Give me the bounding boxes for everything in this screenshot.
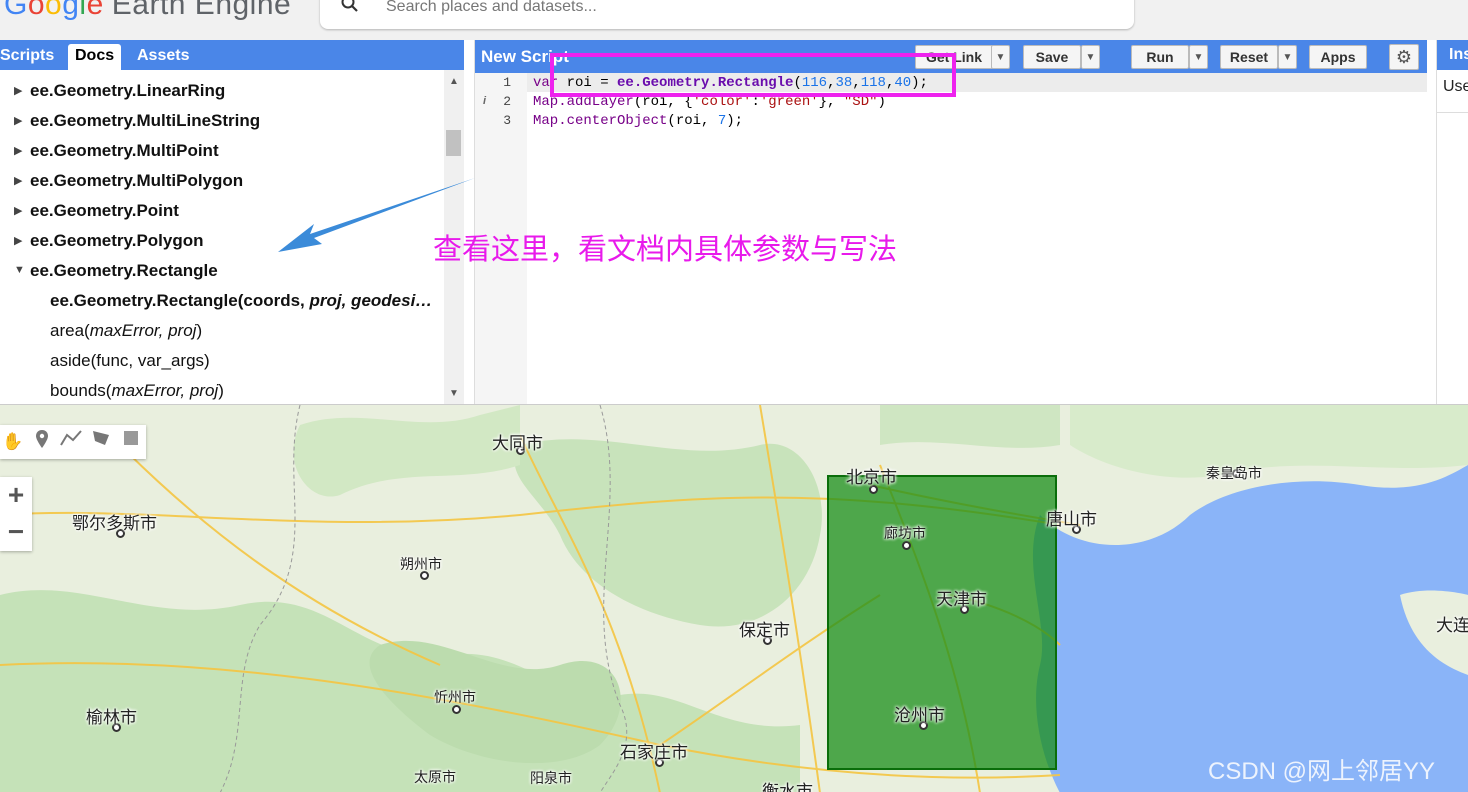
expand-arrow-icon[interactable]: ▶ (14, 84, 22, 97)
expand-arrow-icon[interactable]: ▶ (14, 144, 22, 157)
top-bar: Google Earth Engine Search places and dat… (0, 0, 1468, 40)
city-label: 衡水市 (762, 782, 813, 792)
line-number: 1 (503, 75, 511, 90)
polygon-tool-icon[interactable] (88, 429, 114, 455)
map-view[interactable]: 大同市 北京市 秦皇岛市 鄂尔多斯市 廊坊市 唐山市 朔州市 天津市 保定市 大… (0, 404, 1468, 792)
doc-method-bounds[interactable]: bounds(maxError, proj) (50, 381, 224, 401)
doc-method-aside[interactable]: aside(func, var_args) (50, 351, 210, 371)
app-logo: Google Earth Engine (4, 0, 292, 21)
city-label: 沧州市 (894, 706, 945, 725)
hand-icon[interactable]: ✋ (0, 429, 26, 455)
reset-button[interactable]: Reset (1220, 45, 1278, 69)
apps-button[interactable]: Apps (1309, 45, 1367, 69)
info-icon[interactable]: i (483, 95, 486, 107)
tab-docs[interactable]: Docs (68, 44, 122, 70)
save-button[interactable]: Save (1023, 45, 1081, 69)
doc-group-multipolygon[interactable]: ▶ ee.Geometry.MultiPolygon (14, 171, 243, 191)
run-button[interactable]: Run (1131, 45, 1189, 69)
scroll-down-icon[interactable]: ▼ (449, 388, 459, 399)
right-panel-text: Use (1443, 78, 1468, 95)
tab-inspector[interactable]: Ins (1437, 40, 1468, 70)
expand-arrow-icon[interactable]: ▶ (14, 174, 22, 187)
marker-icon[interactable] (29, 429, 55, 455)
city-label: 大同市 (492, 434, 543, 453)
line-number: 3 (503, 113, 511, 128)
left-tabs: Scripts Docs Assets (0, 40, 464, 70)
line-tool-icon[interactable] (58, 429, 84, 455)
rectangle-tool-icon[interactable] (118, 429, 144, 455)
annotation-text: 查看这里，看文档内具体参数与写法 (433, 234, 898, 266)
line-number: 2 (503, 94, 511, 109)
get-link-dropdown[interactable]: ▼ (991, 45, 1010, 69)
tab-scripts[interactable]: Scripts (0, 44, 61, 70)
doc-group-multipoint[interactable]: ▶ ee.Geometry.MultiPoint (14, 141, 219, 161)
search-box[interactable]: Search places and datasets... (320, 0, 1134, 29)
save-dropdown[interactable]: ▼ (1081, 45, 1100, 69)
scroll-thumb[interactable] (446, 130, 461, 156)
watermark-text: CSDN @网上邻居YY (1208, 758, 1436, 785)
zoom-in-button[interactable]: + (0, 477, 32, 513)
city-label: 鄂尔多斯市 (72, 514, 157, 533)
doc-group-linearring[interactable]: ▶ ee.Geometry.LinearRing (14, 81, 225, 101)
city-label: 大连 (1436, 616, 1468, 635)
run-dropdown[interactable]: ▼ (1189, 45, 1208, 69)
city-label: 忻州市 (434, 689, 476, 705)
search-icon[interactable] (340, 0, 360, 20)
right-panel: Ins Use (1436, 40, 1468, 404)
city-label: 保定市 (739, 621, 790, 640)
city-label: 秦皇岛市 (1206, 465, 1262, 481)
doc-group-rectangle[interactable]: ▼ ee.Geometry.Rectangle (14, 261, 218, 281)
doc-method-area[interactable]: area(maxError, proj) (50, 321, 202, 341)
code-line-3[interactable]: Map.centerObject(roi, 7); (533, 113, 743, 129)
expand-arrow-icon[interactable]: ▶ (14, 204, 22, 217)
scroll-up-icon[interactable]: ▲ (449, 76, 459, 87)
divider (1437, 112, 1468, 113)
city-label: 太原市 (414, 769, 456, 785)
city-label: 石家庄市 (620, 743, 688, 762)
city-label: 唐山市 (1046, 510, 1097, 529)
collapse-arrow-icon[interactable]: ▼ (14, 264, 25, 276)
city-label: 阳泉市 (530, 770, 572, 786)
zoom-control: + − (0, 477, 32, 551)
drawing-tools: ✋ (0, 425, 146, 459)
gear-icon[interactable]: ⚙ (1389, 44, 1419, 70)
city-label: 天津市 (936, 590, 987, 609)
search-input[interactable]: Search places and datasets... (386, 0, 597, 16)
city-label: 北京市 (846, 468, 897, 487)
doc-group-multilinestring[interactable]: ▶ ee.Geometry.MultiLineString (14, 111, 260, 131)
highlight-box (550, 53, 956, 97)
city-label: 榆林市 (86, 708, 137, 727)
reset-dropdown[interactable]: ▼ (1278, 45, 1297, 69)
doc-group-point[interactable]: ▶ ee.Geometry.Point (14, 201, 179, 221)
expand-arrow-icon[interactable]: ▶ (14, 114, 22, 127)
city-label: 廊坊市 (884, 525, 926, 541)
doc-group-polygon[interactable]: ▶ ee.Geometry.Polygon (14, 231, 204, 251)
city-label: 朔州市 (400, 556, 442, 572)
doc-method-constructor[interactable]: ee.Geometry.Rectangle(coords, proj, geod… (50, 291, 432, 311)
expand-arrow-icon[interactable]: ▶ (14, 234, 22, 247)
tab-assets[interactable]: Assets (130, 44, 196, 70)
zoom-out-button[interactable]: − (0, 514, 32, 550)
